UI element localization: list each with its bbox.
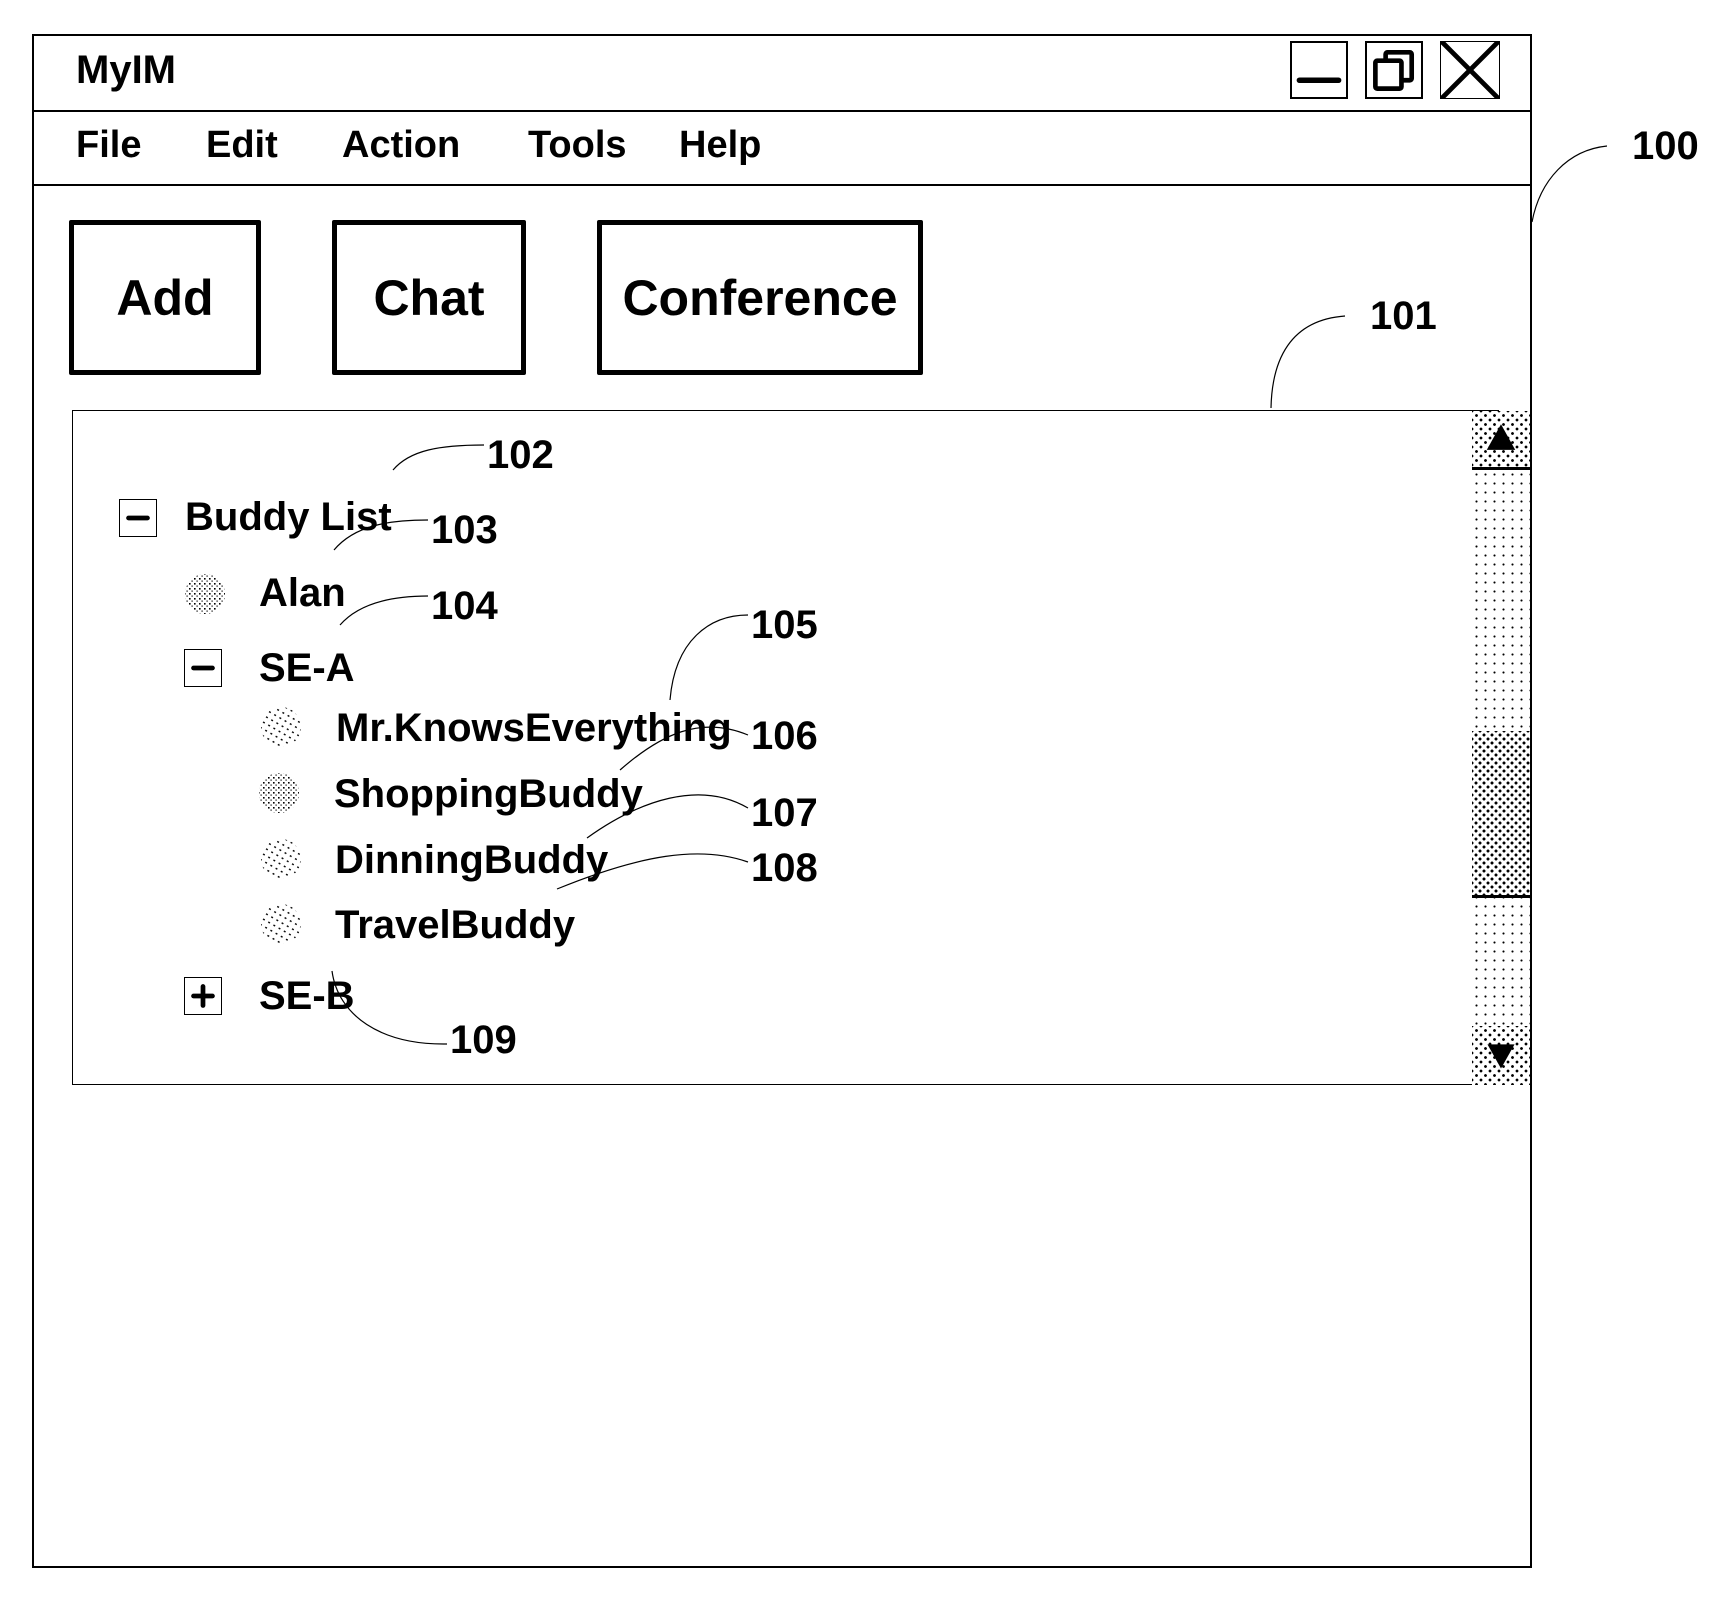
minus-icon — [126, 515, 150, 521]
chat-button[interactable]: Chat — [332, 220, 526, 375]
buddy-status-icon — [259, 837, 303, 881]
conference-button[interactable]: Conference — [597, 220, 923, 375]
group-se-b-label[interactable]: SE-B — [259, 976, 355, 1016]
group-se-b-expand-toggle[interactable] — [184, 977, 222, 1015]
scrollbar-thumb[interactable] — [1472, 731, 1532, 899]
menu-help[interactable]: Help — [679, 124, 761, 167]
plus-icon — [191, 984, 215, 1008]
buddy-status-icon — [259, 705, 303, 749]
group-se-a-collapse-toggle[interactable] — [184, 649, 222, 687]
buddy-status-icon — [257, 771, 301, 815]
menu-tools[interactable]: Tools — [528, 124, 627, 167]
title-bar[interactable]: MyIM — [34, 36, 1530, 112]
scroll-down-button[interactable] — [1472, 1026, 1532, 1085]
minimize-icon — [1296, 77, 1342, 84]
buddy-list-root-label[interactable]: Buddy List — [185, 497, 392, 537]
menu-file[interactable]: File — [76, 124, 141, 167]
arrow-up-icon — [1486, 424, 1516, 450]
buddy-list-collapse-toggle[interactable] — [119, 499, 157, 537]
menu-action[interactable]: Action — [342, 124, 460, 167]
minus-icon — [191, 665, 215, 671]
ref-numeral-101: 101 — [1370, 294, 1437, 338]
window-title: MyIM — [76, 48, 176, 92]
ref-numeral-102: 102 — [487, 433, 554, 477]
restore-icon — [1373, 49, 1415, 91]
menu-bar: File Edit Action Tools Help — [34, 110, 1530, 186]
ref-numeral-100: 100 — [1632, 124, 1699, 168]
ref-numeral-105: 105 — [751, 603, 818, 647]
buddy-item-mr-knows-everything[interactable]: Mr.KnowsEverything — [336, 708, 732, 748]
restore-button[interactable] — [1365, 41, 1423, 99]
vertical-scrollbar[interactable] — [1472, 411, 1532, 1085]
scroll-up-button[interactable] — [1472, 411, 1532, 470]
ref-numeral-109: 109 — [450, 1018, 517, 1062]
ref-numeral-107: 107 — [751, 791, 818, 835]
ref-numeral-103: 103 — [431, 508, 498, 552]
buddy-status-icon — [259, 902, 303, 946]
add-button[interactable]: Add — [69, 220, 261, 375]
buddy-item-dinning-buddy[interactable]: DinningBuddy — [335, 840, 608, 880]
group-se-a-label[interactable]: SE-A — [259, 648, 355, 688]
buddy-item-travel-buddy[interactable]: TravelBuddy — [335, 905, 575, 945]
buddy-item-alan[interactable]: Alan — [259, 573, 346, 613]
close-icon — [1441, 42, 1499, 98]
ref-numeral-104: 104 — [431, 584, 498, 628]
arrow-down-icon — [1487, 1044, 1515, 1069]
leader-line-100 — [1531, 145, 1608, 223]
menu-edit[interactable]: Edit — [206, 124, 278, 167]
buddy-status-icon — [183, 572, 227, 616]
ref-numeral-108: 108 — [751, 846, 818, 890]
ref-numeral-106: 106 — [751, 714, 818, 758]
close-button[interactable] — [1440, 41, 1500, 99]
minimize-button[interactable] — [1290, 41, 1348, 99]
buddy-item-shopping-buddy[interactable]: ShoppingBuddy — [334, 774, 643, 814]
